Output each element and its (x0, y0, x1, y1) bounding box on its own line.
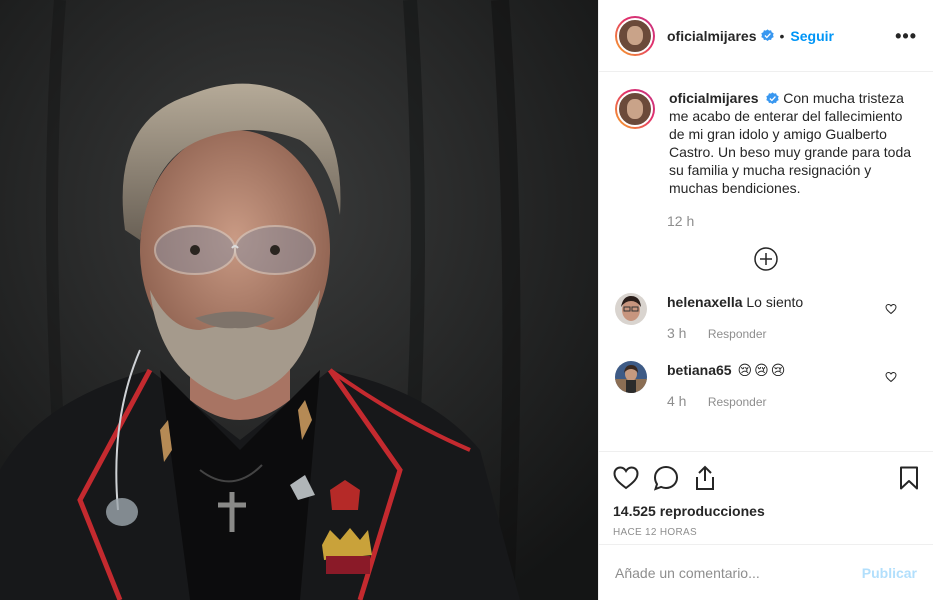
comment-item: betiana65 😢 😢 😢 4 h Responder (615, 357, 917, 409)
plus-circle-icon[interactable] (754, 247, 778, 271)
post-actions: 14.525 reproducciones HACE 12 HORAS (599, 451, 933, 545)
view-count[interactable]: 14.525 reproducciones (613, 503, 919, 519)
commenter-avatar[interactable] (615, 293, 647, 325)
comment-username[interactable]: helenaxella (667, 294, 743, 310)
reply-button[interactable]: Responder (708, 327, 767, 341)
post-side-panel: oficialmijares • Seguir ••• oficialmijar… (598, 0, 933, 600)
bookmark-icon[interactable] (899, 466, 919, 490)
heart-icon[interactable] (613, 466, 639, 490)
save-button[interactable] (899, 466, 919, 490)
share-button[interactable] (693, 465, 717, 491)
verified-badge-icon (766, 92, 780, 105)
load-more-comments[interactable] (615, 247, 917, 271)
header-separator: • (779, 27, 785, 44)
caption-time[interactable]: 12 h (667, 213, 917, 229)
action-icons-row (613, 462, 919, 494)
add-comment-input[interactable] (615, 564, 862, 581)
publish-button[interactable]: Publicar (862, 565, 917, 581)
caption-username[interactable]: oficialmijares (669, 90, 759, 106)
verified-badge-icon (760, 29, 774, 42)
post-timestamp[interactable]: HACE 12 HORAS (613, 527, 919, 538)
author-username[interactable]: oficialmijares (667, 28, 757, 44)
add-comment-bar: Publicar (599, 544, 933, 600)
post-photo[interactable] (0, 0, 598, 600)
more-options-icon[interactable]: ••• (895, 26, 917, 47)
comments-list[interactable]: oficialmijares Con mucha tristeza me aca… (599, 73, 933, 451)
portrait-illustration (0, 0, 598, 600)
comment-emoji-3: 😢 (770, 362, 786, 378)
comment-text: Lo siento (746, 294, 804, 310)
commenter-avatar[interactable] (615, 361, 647, 393)
reply-button[interactable]: Responder (708, 395, 767, 409)
caption-author-avatar[interactable] (615, 89, 655, 129)
comment-button[interactable] (653, 465, 679, 491)
comment-emoji-2: 😢 (754, 362, 769, 378)
caption-text-block: oficialmijares Con mucha tristeza me aca… (669, 89, 915, 197)
post-header: oficialmijares • Seguir ••• (599, 0, 933, 72)
like-button[interactable] (613, 466, 639, 490)
comment-like-heart-icon[interactable] (885, 371, 897, 383)
comment-username[interactable]: betiana65 (667, 362, 732, 378)
post-caption: oficialmijares Con mucha tristeza me aca… (615, 89, 917, 197)
comment-time[interactable]: 4 h (667, 393, 686, 409)
instagram-post-view: oficialmijares • Seguir ••• oficialmijar… (0, 0, 933, 600)
follow-button[interactable]: Seguir (790, 28, 834, 44)
comment-emoji-1: 😢 (737, 362, 753, 378)
share-icon[interactable] (693, 465, 717, 491)
author-avatar[interactable] (615, 15, 655, 56)
comment-time[interactable]: 3 h (667, 325, 686, 341)
comment-item: helenaxella Lo siento 3 h Responder (615, 289, 917, 341)
comment-icon[interactable] (653, 465, 679, 491)
comment-like-heart-icon[interactable] (885, 303, 897, 315)
